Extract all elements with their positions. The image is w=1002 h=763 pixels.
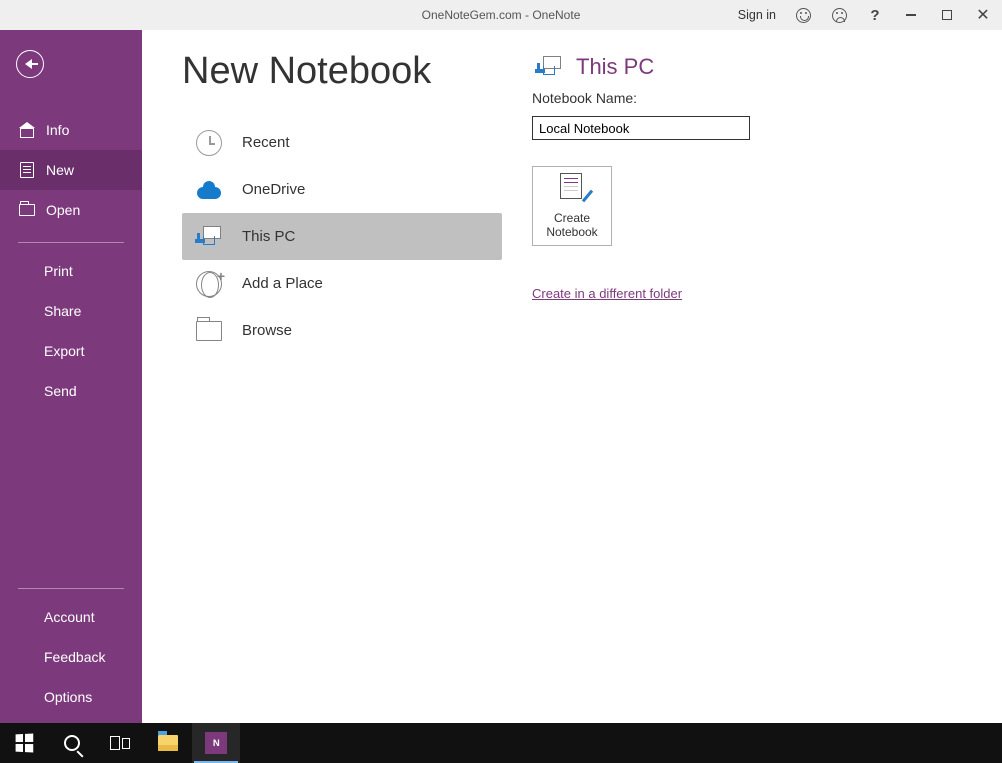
maximize-button[interactable] <box>932 0 962 30</box>
taskbar: N <box>0 723 1002 763</box>
back-arrow-icon <box>25 59 32 69</box>
sidebar-item-label: Open <box>46 202 80 218</box>
sidebar-item-open[interactable]: Open <box>0 190 142 230</box>
document-new-icon <box>18 161 36 179</box>
location-recent[interactable]: Recent <box>182 119 502 166</box>
location-list: Recent OneDrive This PC Add a P <box>182 119 502 354</box>
sidebar-item-new[interactable]: New <box>0 150 142 190</box>
sidebar-item-export[interactable]: Export <box>0 331 142 371</box>
home-icon <box>18 121 36 139</box>
location-browse[interactable]: Browse <box>182 307 502 354</box>
create-button-label-line1: Create <box>554 211 590 225</box>
onedrive-cloud-icon <box>192 173 226 207</box>
sidebar-item-options[interactable]: Options <box>0 677 142 717</box>
location-this-pc[interactable]: This PC <box>182 213 502 260</box>
feedback-sad-button[interactable] <box>824 0 854 30</box>
taskbar-search-button[interactable] <box>48 723 96 763</box>
sad-face-icon <box>832 8 847 23</box>
sidebar-item-label: Info <box>46 122 69 138</box>
sidebar-item-label: Send <box>44 383 77 399</box>
task-view-button[interactable] <box>96 723 144 763</box>
title-bar: OneNoteGem.com - OneNote Sign in ? ✕ <box>0 0 1002 30</box>
search-icon <box>64 735 80 751</box>
file-explorer-icon <box>158 735 178 751</box>
sidebar-item-label: Account <box>44 609 95 625</box>
windows-logo-icon <box>16 734 34 753</box>
backstage-sidebar: Info New Open Print Share Export Send Ac… <box>0 30 142 723</box>
happy-face-icon <box>796 8 811 23</box>
sign-in-link[interactable]: Sign in <box>732 8 782 22</box>
sidebar-item-label: Share <box>44 303 81 319</box>
create-different-folder-link[interactable]: Create in a different folder <box>532 286 682 301</box>
location-onedrive[interactable]: OneDrive <box>182 166 502 213</box>
location-label: Recent <box>242 134 290 151</box>
help-button[interactable]: ? <box>860 0 890 30</box>
close-button[interactable]: ✕ <box>968 0 998 30</box>
folder-open-icon <box>18 201 36 219</box>
sidebar-divider <box>18 588 124 589</box>
sidebar-item-share[interactable]: Share <box>0 291 142 331</box>
sidebar-item-account[interactable]: Account <box>0 597 142 637</box>
sidebar-item-print[interactable]: Print <box>0 251 142 291</box>
back-button[interactable] <box>16 50 44 78</box>
minimize-button[interactable] <box>896 0 926 30</box>
right-panel-title: This PC <box>576 54 654 80</box>
minimize-icon <box>906 14 916 16</box>
create-button-label-line2: Notebook <box>546 225 597 239</box>
task-view-icon <box>110 736 130 750</box>
content-area: New Notebook Recent OneDrive This <box>142 30 1002 723</box>
recent-clock-icon <box>192 126 226 160</box>
maximize-icon <box>942 10 952 20</box>
page-title: New Notebook <box>182 50 502 93</box>
file-explorer-taskbar-button[interactable] <box>144 723 192 763</box>
browse-folder-icon <box>192 314 226 348</box>
window-title: OneNoteGem.com - OneNote <box>422 8 581 22</box>
sidebar-item-label: Feedback <box>44 649 105 665</box>
sidebar-item-label: New <box>46 162 74 178</box>
notebook-name-label: Notebook Name: <box>532 90 962 106</box>
sidebar-item-label: Export <box>44 343 84 359</box>
location-label: OneDrive <box>242 181 305 198</box>
sidebar-item-feedback[interactable]: Feedback <box>0 637 142 677</box>
location-label: Browse <box>242 322 292 339</box>
onenote-icon: N <box>205 732 227 754</box>
create-notebook-icon <box>558 173 586 201</box>
location-add-place[interactable]: Add a Place <box>182 260 502 307</box>
sidebar-item-info[interactable]: Info <box>0 110 142 150</box>
sidebar-item-label: Print <box>44 263 73 279</box>
notebook-name-input[interactable] <box>532 116 750 140</box>
sidebar-item-send[interactable]: Send <box>0 371 142 411</box>
add-place-globe-icon <box>192 267 226 301</box>
create-notebook-button[interactable]: Create Notebook <box>532 166 612 246</box>
sidebar-divider <box>18 242 124 243</box>
start-button[interactable] <box>0 723 48 763</box>
this-pc-header-icon <box>532 50 566 84</box>
location-label: Add a Place <box>242 275 323 292</box>
this-pc-icon <box>192 220 226 254</box>
feedback-happy-button[interactable] <box>788 0 818 30</box>
location-label: This PC <box>242 228 295 245</box>
sidebar-item-label: Options <box>44 689 92 705</box>
onenote-taskbar-button[interactable]: N <box>192 723 240 763</box>
